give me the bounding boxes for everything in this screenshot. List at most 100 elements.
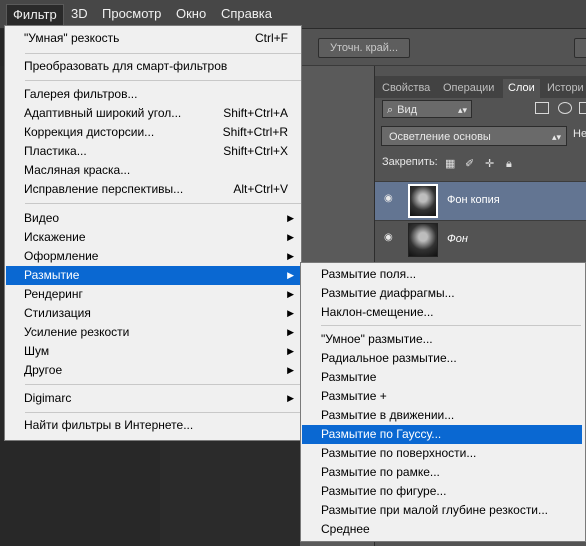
- menu-item-shortcut: Shift+Ctrl+A: [223, 106, 288, 120]
- menu-item-label: "Умное" размытие...: [321, 332, 433, 346]
- menu-filter[interactable]: Фильтр: [6, 4, 64, 25]
- submenu-item-shape-blur[interactable]: Размытие по фигуре...: [302, 482, 582, 501]
- menu-separator: [321, 325, 581, 326]
- search-icon: ⌕: [387, 104, 394, 116]
- submenu-item-field-blur[interactable]: Размытие поля...: [302, 265, 582, 284]
- menu-item-render[interactable]: Рендеринг ▶: [6, 285, 300, 304]
- menu-separator: [25, 384, 301, 385]
- menu-separator: [25, 80, 301, 81]
- menu-item-oil-paint[interactable]: Масляная краска...: [6, 161, 300, 180]
- layer-name: Фон: [447, 233, 468, 245]
- submenu-item-iris-blur[interactable]: Размытие диафрагмы...: [302, 284, 582, 303]
- menu-item-label: Размытие: [321, 370, 377, 384]
- blend-mode-value: Осветление основы: [389, 131, 491, 143]
- submenu-item-smart-blur[interactable]: "Умное" размытие...: [302, 330, 582, 349]
- triangle-right-icon: ▶: [287, 251, 294, 261]
- submenu-item-box-blur[interactable]: Размытие по рамке...: [302, 463, 582, 482]
- menu-item-label: Найти фильтры в Интернете...: [24, 418, 194, 432]
- layer-row[interactable]: ◉ Фон копия: [375, 181, 586, 220]
- menu-item-vanishing-point[interactable]: Исправление перспективы... Alt+Ctrl+V: [6, 180, 300, 199]
- menu-item-label: Искажение: [24, 230, 86, 244]
- submenu-item-motion-blur[interactable]: Размытие в движении...: [302, 406, 582, 425]
- submenu-item-blur-more[interactable]: Размытие +: [302, 387, 582, 406]
- menu-item-video[interactable]: Видео ▶: [6, 209, 300, 228]
- menu-item-sharpen[interactable]: Усиление резкости ▶: [6, 323, 300, 342]
- menu-item-shortcut: Shift+Ctrl+X: [223, 144, 288, 158]
- eye-icon[interactable]: ◉: [384, 233, 398, 243]
- menu-item-label: Пластика...: [24, 144, 87, 158]
- menu-window[interactable]: Окно: [170, 4, 212, 24]
- tab-actions[interactable]: Операции: [438, 79, 499, 98]
- triangle-right-icon: ▶: [287, 289, 294, 299]
- menu-item-label: Размытие по фигуре...: [321, 484, 447, 498]
- menu-view[interactable]: Просмотр: [96, 4, 167, 24]
- menu-item-lens-correction[interactable]: Коррекция дисторсии... Shift+Ctrl+R: [6, 123, 300, 142]
- adjustment-filter-icon[interactable]: [558, 102, 572, 114]
- submenu-item-blur[interactable]: Размытие: [302, 368, 582, 387]
- updown-arrows-icon: ▴▾: [551, 132, 561, 142]
- menu-item-label: Масляная краска...: [24, 163, 131, 177]
- refine-edge-button[interactable]: Уточн. край...: [318, 38, 410, 58]
- menu-item-filter-gallery[interactable]: Галерея фильтров...: [6, 85, 300, 104]
- submenu-item-radial-blur[interactable]: Радиальное размытие...: [302, 349, 582, 368]
- menu-item-liquify[interactable]: Пластика... Shift+Ctrl+X: [6, 142, 300, 161]
- menu-item-digimarc[interactable]: Digimarc ▶: [6, 389, 300, 408]
- menu-item-label: Размытие в движении...: [321, 408, 455, 422]
- menu-item-label: Стилизация: [24, 306, 91, 320]
- menu-item-convert-smart[interactable]: Преобразовать для смарт-фильтров: [6, 57, 300, 76]
- menu-separator: [25, 53, 301, 54]
- canvas-bottom-area: [160, 436, 300, 546]
- layer-kind-filter[interactable]: ⌕ Вид ▴▾: [382, 100, 472, 118]
- menu-3d[interactable]: 3D: [65, 4, 94, 24]
- submenu-item-gaussian-blur[interactable]: Размытие по Гауссу...: [302, 425, 582, 444]
- submenu-item-average[interactable]: Среднее: [302, 520, 582, 539]
- menu-item-label: Размытие +: [321, 389, 387, 403]
- menu-item-smart-sharpen[interactable]: "Умная" резкость Ctrl+F: [6, 29, 300, 48]
- menu-item-adaptive-wide-angle[interactable]: Адаптивный широкий угол... Shift+Ctrl+A: [6, 104, 300, 123]
- triangle-right-icon: ▶: [287, 346, 294, 356]
- options-extra-button[interactable]: [574, 38, 586, 58]
- menu-item-other[interactable]: Другое ▶: [6, 361, 300, 380]
- menu-item-distort[interactable]: Искажение ▶: [6, 228, 300, 247]
- lock-brush-icon[interactable]: ✐: [465, 158, 477, 170]
- lock-move-icon[interactable]: ✛: [485, 158, 497, 170]
- menu-item-label: Размытие при малой глубине резкости...: [321, 503, 549, 517]
- submenu-item-lens-blur[interactable]: Размытие при малой глубине резкости...: [302, 501, 582, 520]
- blend-mode-select[interactable]: Осветление основы ▴▾: [381, 126, 567, 146]
- tab-properties[interactable]: Свойства: [377, 79, 435, 98]
- eye-icon[interactable]: ◉: [384, 194, 398, 204]
- menu-item-stylize[interactable]: Стилизация ▶: [6, 304, 300, 323]
- menu-item-label: Усиление резкости: [24, 325, 130, 339]
- triangle-right-icon: ▶: [287, 393, 294, 403]
- menu-item-label: Digimarc: [24, 391, 72, 405]
- menu-separator: [25, 412, 301, 413]
- menu-help[interactable]: Справка: [215, 4, 278, 24]
- lock-icon[interactable]: 🔒︎: [506, 158, 518, 170]
- menu-item-label: Коррекция дисторсии...: [24, 125, 155, 139]
- kind-filter-value: Вид: [397, 104, 418, 116]
- menu-item-label: Размытие по поверхности...: [321, 446, 477, 460]
- layer-name: Фон копия: [447, 194, 500, 206]
- layer-thumbnail: [408, 184, 438, 218]
- menu-item-noise[interactable]: Шум ▶: [6, 342, 300, 361]
- type-filter-icon[interactable]: [579, 102, 586, 114]
- menu-item-shortcut: Shift+Ctrl+R: [222, 125, 288, 139]
- menu-item-pixelate[interactable]: Оформление ▶: [6, 247, 300, 266]
- lock-transparent-icon[interactable]: ▦: [445, 158, 457, 170]
- menu-item-label: Размытие поля...: [321, 267, 417, 281]
- menu-item-blur[interactable]: Размытие ▶: [6, 266, 300, 285]
- layer-row[interactable]: ◉ Фон: [375, 220, 586, 259]
- menu-item-label: "Умная" резкость: [24, 31, 120, 45]
- menu-item-browse-filters-online[interactable]: Найти фильтры в Интернете...: [6, 416, 300, 435]
- triangle-right-icon: ▶: [287, 270, 294, 280]
- image-filter-icon[interactable]: [535, 102, 549, 114]
- submenu-item-tilt-shift[interactable]: Наклон-смещение...: [302, 303, 582, 322]
- tab-layers[interactable]: Слои: [503, 79, 540, 98]
- menu-item-shortcut: Alt+Ctrl+V: [233, 182, 288, 196]
- menu-item-label: Размытие диафрагмы...: [321, 286, 455, 300]
- menu-item-label: Радиальное размытие...: [321, 351, 457, 365]
- submenu-item-surface-blur[interactable]: Размытие по поверхности...: [302, 444, 582, 463]
- triangle-right-icon: ▶: [287, 213, 294, 223]
- menu-item-label: Размытие по рамке...: [321, 465, 440, 479]
- tab-history[interactable]: Истори: [542, 79, 586, 98]
